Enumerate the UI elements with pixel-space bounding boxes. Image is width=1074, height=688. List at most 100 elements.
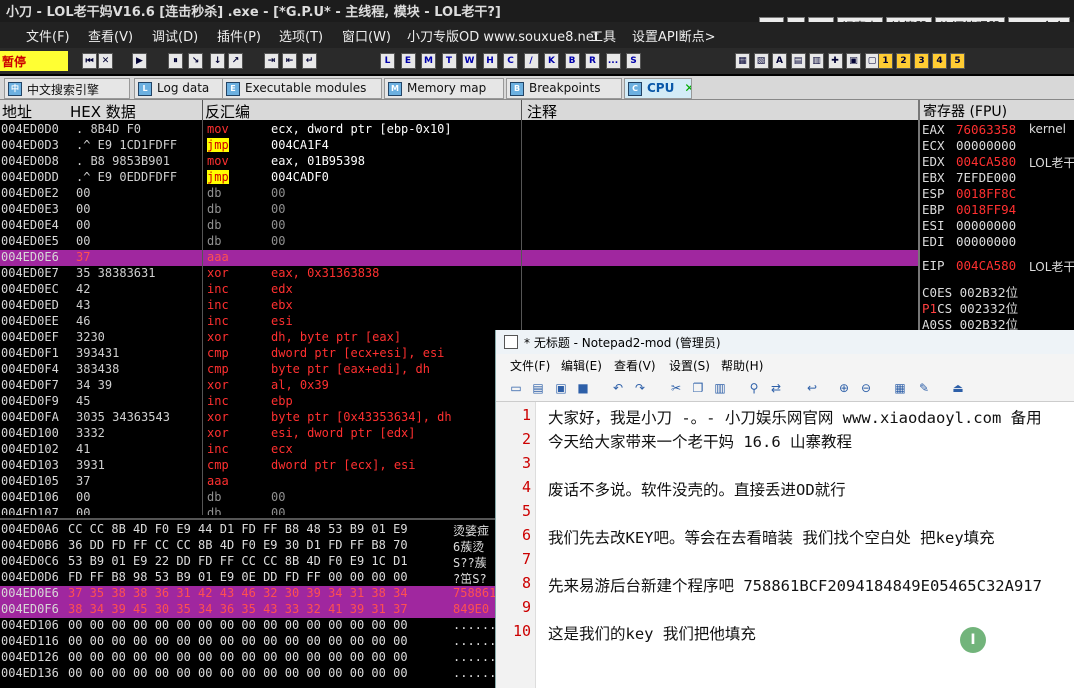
- view-tool-12[interactable]: S: [626, 53, 641, 69]
- misc-tool-icon[interactable]: ▤: [790, 53, 806, 69]
- misc-tool-icon[interactable]: ▥: [809, 53, 824, 69]
- tab-cpu[interactable]: C CPU ✕: [624, 78, 692, 99]
- col-hex[interactable]: HEX 数据: [70, 101, 136, 122]
- register-value[interactable]: 00000000: [956, 138, 1016, 153]
- notepad-menu-item[interactable]: 文件(F): [510, 357, 550, 374]
- register-ebp[interactable]: EBP 0018FF94: [922, 202, 1074, 217]
- notepad-menu-item[interactable]: 查看(V): [614, 357, 656, 374]
- menu-item[interactable]: 设置API断点>: [632, 26, 715, 45]
- redo-icon[interactable]: ↷: [632, 381, 648, 397]
- text-line[interactable]: 先来易游后台新建个程序吧 758861BCF2094184849E05465C3…: [548, 574, 1042, 596]
- hex-row[interactable]: 004ED126 00 00 00 00 00 00 00 00 00 00 00…: [0, 650, 495, 666]
- misc-tool-icon[interactable]: ▣: [846, 53, 861, 69]
- num-tool-2[interactable]: 2: [896, 53, 911, 69]
- text-line[interactable]: 这是我们的key 我们把他填充: [548, 622, 756, 644]
- notepad-menu-item[interactable]: 帮助(H): [721, 357, 763, 374]
- find-icon[interactable]: ⚲: [746, 381, 762, 397]
- tab-log-data[interactable]: L Log data: [134, 78, 224, 99]
- exit-icon[interactable]: ⏏: [950, 381, 966, 397]
- num-tool-1[interactable]: 1: [878, 53, 893, 69]
- disasm-row[interactable]: 004ED0EC 42 inc edx: [0, 282, 918, 298]
- disasm-row[interactable]: 004ED0DD .^ E9 0EDDFDFF jmp 004CADF0: [0, 170, 918, 186]
- misc-tool-icon[interactable]: ▧: [753, 53, 769, 69]
- goto-icon[interactable]: ↩: [804, 381, 820, 397]
- notepad-window[interactable]: * 无标题 - Notepad2-mod (管理员) 文件(F) 编辑(E) 查看(…: [495, 330, 1074, 688]
- misc-tool-icon[interactable]: ▦: [735, 53, 750, 69]
- view-tool-1[interactable]: E: [400, 53, 416, 69]
- disasm-row[interactable]: 004ED0E7 35 38383631 xor eax, 0x31363838: [0, 266, 918, 282]
- register-value[interactable]: 004CA580: [956, 154, 1016, 169]
- menu-item[interactable]: 工具: [590, 26, 616, 45]
- register-value[interactable]: 0018FF8C: [956, 186, 1016, 201]
- view-tool-4[interactable]: W: [462, 53, 477, 69]
- register-value[interactable]: 7EFDE000: [956, 170, 1016, 185]
- zoom-in-icon[interactable]: ⊕: [836, 381, 852, 397]
- menu-item[interactable]: 窗口(W): [342, 26, 391, 45]
- disasm-row[interactable]: 004ED0D8 . B8 9853B901 mov eax, 01B95398: [0, 154, 918, 170]
- open-icon[interactable]: ▤: [530, 381, 546, 397]
- hex-row[interactable]: 004ED136 00 00 00 00 00 00 00 00 00 00 00…: [0, 666, 495, 682]
- tab-memory-map[interactable]: M Memory map: [384, 78, 504, 99]
- disasm-row[interactable]: 004ED0E2 00 db 00: [0, 186, 918, 202]
- debug-tool-icon[interactable]: ⇥: [264, 53, 279, 69]
- hex-row[interactable]: 004ED0B6 36 DD FD FF CC CC 8B 4D F0 E9 30…: [0, 538, 495, 554]
- registers-pane[interactable]: 寄存器 (FPU) EAX 76063358 kernel ECX 00000000 ED…: [918, 100, 1074, 330]
- disasm-row[interactable]: 004ED0EE 46 inc esi: [0, 314, 918, 330]
- tab-close-icon[interactable]: ✕: [684, 81, 691, 95]
- edit-scheme-icon[interactable]: ✎: [916, 381, 932, 397]
- register-edi[interactable]: EDI 00000000: [922, 234, 1074, 249]
- register-edx[interactable]: EDX 004CA580 LOL老干: [922, 154, 1074, 170]
- register-value[interactable]: 76063358: [956, 122, 1016, 137]
- flag-a[interactable]: A0SS 002B32位: [922, 314, 1074, 330]
- disasm-row[interactable]: 004ED0D0 . 8B4D F0 mov ecx, dword ptr [ebp…: [0, 122, 918, 138]
- col-disasm[interactable]: 反汇编: [205, 101, 250, 122]
- disasm-row[interactable]: 004ED0E6 37 aaa: [0, 250, 918, 266]
- paste-icon[interactable]: ▥: [712, 381, 728, 397]
- disasm-row[interactable]: 004ED0D3 .^ E9 1CD1FDFF jmp 004CA1F4: [0, 138, 918, 154]
- hex-row[interactable]: 004ED0D6 FD FF B8 98 53 B9 01 E9 0E DD FD…: [0, 570, 495, 586]
- debug-tool-icon[interactable]: ↘: [188, 53, 203, 69]
- copy-icon[interactable]: ❐: [690, 381, 706, 397]
- save-icon[interactable]: ■: [575, 381, 591, 397]
- register-eax[interactable]: EAX 76063358 kernel: [922, 122, 1074, 137]
- register-value[interactable]: 00000000: [956, 234, 1016, 249]
- notepad-menu-item[interactable]: 编辑(E): [561, 357, 602, 374]
- debug-tool-icon[interactable]: ⏮: [82, 53, 97, 69]
- debug-tool-icon[interactable]: ↗: [228, 53, 243, 69]
- register-value[interactable]: 0018FF94: [956, 202, 1016, 217]
- register-eip[interactable]: EIP 004CA580 LOL老干: [922, 258, 1074, 274]
- tab-breakpoints[interactable]: B Breakpoints: [506, 78, 622, 99]
- notepad-menu-item[interactable]: 设置(S): [669, 357, 710, 374]
- misc-tool-icon[interactable]: A: [772, 53, 787, 69]
- register-value[interactable]: 00000000: [956, 218, 1016, 233]
- hex-row[interactable]: 004ED0F6 38 34 39 45 30 35 34 36 35 43 33…: [0, 602, 495, 618]
- hex-row[interactable]: 004ED116 00 00 00 00 00 00 00 00 00 00 00…: [0, 634, 495, 650]
- view-tool-3[interactable]: T: [441, 53, 457, 69]
- menu-item[interactable]: 插件(P): [217, 26, 261, 45]
- view-tool-0[interactable]: L: [380, 53, 395, 69]
- text-line[interactable]: 今天给大家带来一个老干妈 16.6 山寨教程: [548, 430, 852, 452]
- view-tool-10[interactable]: R: [585, 53, 600, 69]
- menu-item[interactable]: 小刀专版OD www.souxue8.net: [407, 26, 599, 45]
- zoom-out-icon[interactable]: ⊖: [858, 381, 874, 397]
- debug-tool-icon[interactable]: ↵: [302, 53, 317, 69]
- view-tool-2[interactable]: M: [421, 53, 436, 69]
- menu-item[interactable]: 文件(F): [26, 26, 70, 45]
- notepad-title-bar[interactable]: * 无标题 - Notepad2-mod (管理员): [496, 330, 1074, 354]
- register-ecx[interactable]: ECX 00000000: [922, 138, 1074, 153]
- view-tool-9[interactable]: B: [564, 53, 580, 69]
- view-tool-5[interactable]: H: [482, 53, 498, 69]
- tab-中文搜索引擎[interactable]: 中中文搜索引擎: [4, 78, 130, 99]
- hex-dump-pane[interactable]: 004ED0A6 CC CC 8B 4D F0 E9 44 D1 FD FF B8…: [0, 518, 495, 688]
- num-tool-4[interactable]: 4: [932, 53, 947, 69]
- register-ebx[interactable]: EBX 7EFDE000: [922, 170, 1074, 185]
- disasm-row[interactable]: 004ED0E4 00 db 00: [0, 218, 918, 234]
- tab-executable-modules[interactable]: E Executable modules: [222, 78, 382, 99]
- num-tool-5[interactable]: 5: [950, 53, 965, 69]
- undo-icon[interactable]: ↶: [610, 381, 626, 397]
- hex-row[interactable]: 004ED106 00 00 00 00 00 00 00 00 00 00 00…: [0, 618, 495, 634]
- view-tool-7[interactable]: /: [523, 53, 539, 69]
- view-tool-8[interactable]: K: [544, 53, 559, 69]
- disasm-row[interactable]: 004ED0ED 43 inc ebx: [0, 298, 918, 314]
- register-esp[interactable]: ESP 0018FF8C: [922, 186, 1074, 201]
